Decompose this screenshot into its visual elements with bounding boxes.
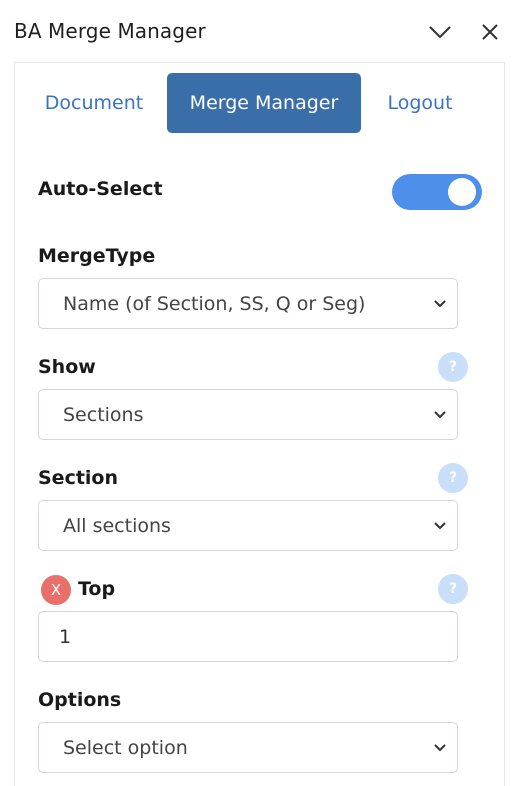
- auto-select-toggle[interactable]: [392, 174, 482, 210]
- merge-type-value: Name (of Section, SS, Q or Seg): [63, 292, 366, 315]
- options-value: Select option: [63, 736, 188, 759]
- options-select[interactable]: Select option: [38, 722, 458, 773]
- show-value: Sections: [63, 403, 144, 426]
- top-label: Top: [78, 578, 116, 600]
- auto-select-label: Auto-Select: [38, 178, 163, 200]
- tab-logout[interactable]: Logout: [370, 73, 470, 133]
- title-bar: BA Merge Manager: [0, 0, 513, 62]
- chevron-down-icon: [434, 744, 446, 752]
- toggle-knob: [448, 178, 476, 206]
- section-value: All sections: [63, 514, 171, 537]
- merge-type-select[interactable]: Name (of Section, SS, Q or Seg): [38, 278, 458, 329]
- section-label: Section: [38, 467, 119, 489]
- help-icon[interactable]: ?: [438, 463, 468, 493]
- top-input[interactable]: [38, 611, 458, 662]
- section-select[interactable]: All sections: [38, 500, 458, 551]
- app-title: BA Merge Manager: [14, 19, 206, 43]
- show-label: Show: [38, 356, 96, 378]
- clear-top-icon[interactable]: X: [41, 575, 71, 605]
- help-icon[interactable]: ?: [438, 352, 468, 382]
- show-select[interactable]: Sections: [38, 389, 458, 440]
- tab-document[interactable]: Document: [30, 73, 158, 133]
- close-icon[interactable]: [476, 18, 504, 46]
- tab-merge-manager[interactable]: Merge Manager: [167, 73, 361, 133]
- chevron-down-icon: [434, 411, 446, 419]
- tab-bar: Document Merge Manager Logout: [14, 73, 505, 133]
- help-icon[interactable]: ?: [438, 574, 468, 604]
- chevron-down-icon[interactable]: [426, 18, 454, 46]
- options-label: Options: [38, 689, 122, 711]
- chevron-down-icon: [434, 300, 446, 308]
- chevron-down-icon: [434, 522, 446, 530]
- merge-type-label: MergeType: [38, 245, 156, 267]
